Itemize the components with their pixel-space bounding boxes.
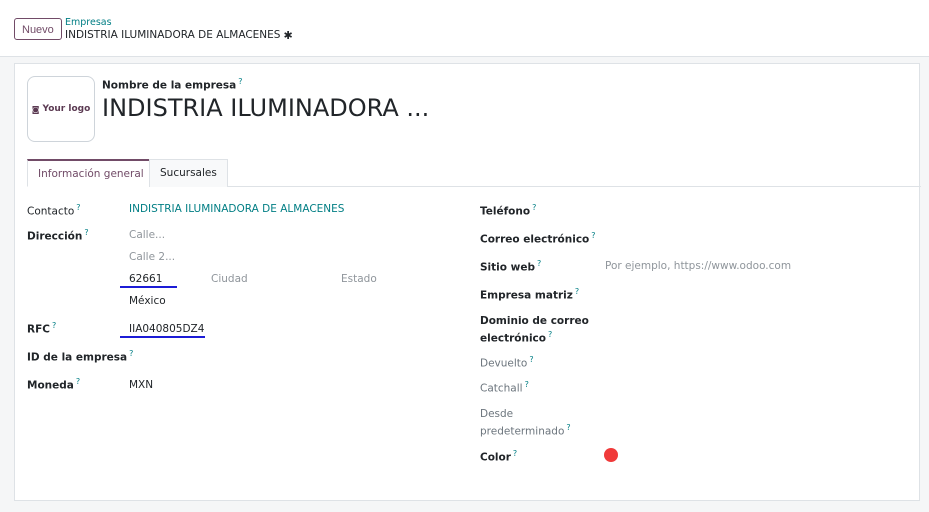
color-picker-dot[interactable] [604,448,618,462]
company-name-field[interactable]: INDISTRIA ILUMINADORA ... [102,94,429,122]
city-input[interactable]: Ciudad [211,273,248,285]
state-select[interactable]: Estado [341,273,377,285]
rfc-input[interactable]: IIA040805DZ4 [129,323,204,335]
website-label: Sitio web? [480,259,541,274]
company-logo[interactable]: ◙ Your logo [27,76,95,142]
breadcrumb-current: INDISTRIA ILUMINADORA DE ALMACENES ✱ [65,29,293,42]
help-icon[interactable]: ? [591,231,595,240]
rfc-label-text: RFC [27,323,50,336]
parent-company-label-text: Empresa matriz [480,289,573,302]
catchall-label: Catchall? [480,380,529,395]
help-icon[interactable]: ? [532,203,536,212]
bounce-label-text: Devuelto [480,357,528,370]
address-label: Dirección? [27,228,89,243]
help-icon[interactable]: ? [537,259,541,268]
currency-label-text: Moneda [27,379,74,392]
default-from-label-line2-text: predeterminado [480,425,565,438]
help-icon[interactable]: ? [529,355,533,364]
email-domain-label-line2: electrónico? [480,330,552,345]
email-label-text: Correo electrónico [480,233,590,246]
breadcrumb-parent-link[interactable]: Empresas [65,17,112,28]
control-panel: Nuevo Empresas INDISTRIA ILUMINADORA DE … [0,0,929,57]
help-icon[interactable]: ? [575,287,579,296]
phone-label-text: Teléfono [480,205,531,218]
color-label: Color? [480,449,517,464]
help-icon[interactable]: ? [129,349,133,358]
company-name-label: Nombre de la empresa? [102,77,243,92]
website-label-text: Sitio web [480,261,535,274]
street-input[interactable]: Calle... [129,229,165,241]
rfc-label: RFC? [27,321,56,336]
rfc-underline-annotation [120,336,205,338]
contact-label: Contacto? [27,203,81,218]
help-icon[interactable]: ? [548,330,552,339]
company-name-label-text: Nombre de la empresa [102,79,237,92]
help-icon[interactable]: ? [76,203,80,212]
zip-input[interactable]: 62661 [129,273,162,285]
color-label-text: Color [480,451,511,464]
phone-label: Teléfono? [480,203,536,218]
country-select[interactable]: México [129,295,166,307]
help-icon[interactable]: ? [84,228,88,237]
street2-input[interactable]: Calle 2... [129,251,175,263]
email-label: Correo electrónico? [480,231,596,246]
help-icon[interactable]: ? [238,77,242,86]
company-id-label-text: ID de la empresa [27,351,128,364]
company-id-label: ID de la empresa? [27,349,133,364]
gear-icon[interactable]: ✱ [283,29,292,42]
breadcrumb-current-label: INDISTRIA ILUMINADORA DE ALMACENES [65,29,281,41]
help-icon[interactable]: ? [52,321,56,330]
default-from-label-line2: predeterminado? [480,423,571,438]
catchall-label-text: Catchall [480,382,523,395]
help-icon[interactable]: ? [566,423,570,432]
currency-select[interactable]: MXN [129,379,153,391]
contact-label-text: Contacto [27,205,75,218]
contact-value-link[interactable]: INDISTRIA ILUMINADORA DE ALMACENES [129,203,344,215]
default-from-label-line1: Desde [480,408,514,420]
new-button[interactable]: Nuevo [14,18,62,40]
tab-general-info[interactable]: Información general [27,159,155,187]
logo-placeholder-text: Your logo [42,104,91,114]
parent-company-label: Empresa matriz? [480,287,579,302]
help-icon[interactable]: ? [513,449,517,458]
email-domain-label-line2-text: electrónico [480,332,546,345]
form-sheet: ◙ Your logo Nombre de la empresa? INDIST… [14,63,921,501]
bounce-label: Devuelto? [480,355,534,370]
zip-underline-annotation [120,286,177,288]
help-icon[interactable]: ? [525,380,529,389]
email-domain-label-line1: Dominio de correo [480,315,589,327]
website-input[interactable]: Por ejemplo, https://www.odoo.com [605,260,791,272]
notebook-tabs: Información general Sucursales [27,159,921,187]
address-label-text: Dirección [27,230,83,243]
currency-label: Moneda? [27,377,80,392]
camera-icon: ◙ [31,104,40,114]
tab-branches[interactable]: Sucursales [149,159,228,187]
help-icon[interactable]: ? [76,377,80,386]
